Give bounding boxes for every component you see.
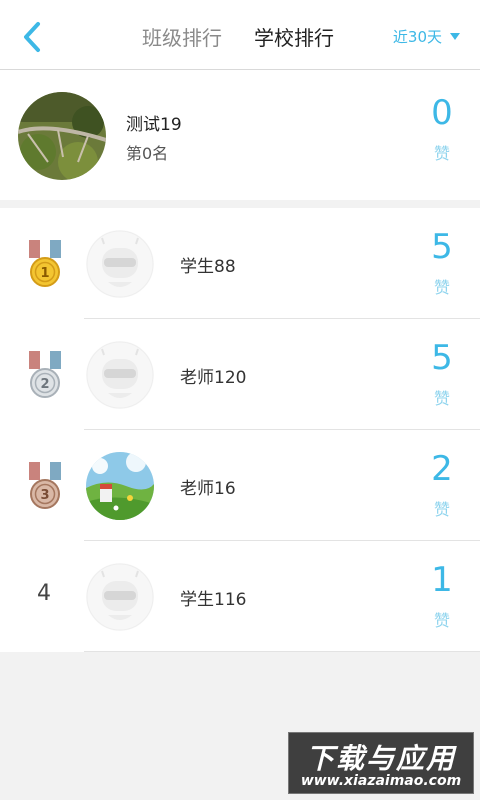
tab-school-ranking[interactable]: 学校排行 <box>254 22 334 51</box>
likes-unit: 赞 <box>433 611 450 630</box>
ranking-list: 1 学生88 5 赞 2 老师120 5 赞 3 老师16 2 赞 4 学生11… <box>0 208 480 652</box>
chevron-down-icon <box>450 33 460 40</box>
list-item[interactable]: 3 老师16 2 赞 <box>0 430 480 541</box>
likes: 1 赞 <box>424 563 460 631</box>
likes-unit: 赞 <box>433 389 450 408</box>
likes-unit: 赞 <box>433 500 450 519</box>
watermark-title: 下载与应用 <box>305 742 456 775</box>
user-name: 老师16 <box>180 479 236 499</box>
svg-text:3: 3 <box>40 488 49 503</box>
my-ranking-card: 测试19 第0名 0 赞 <box>0 70 480 200</box>
my-rank: 第0名 <box>126 144 169 163</box>
period-label: 近30天 <box>392 28 442 46</box>
svg-text:2: 2 <box>40 377 49 392</box>
rank-number: 4 <box>37 581 51 606</box>
tab-class-ranking[interactable]: 班级排行 <box>142 22 222 51</box>
watermark-logo: 下载与应用 www.xiazaimao.com <box>288 732 474 794</box>
period-dropdown[interactable]: 近30天 <box>393 26 460 47</box>
user-name: 老师120 <box>180 368 247 388</box>
user-name: 学生88 <box>180 257 236 277</box>
likes-count: 2 <box>431 449 453 489</box>
likes-unit: 赞 <box>433 144 450 163</box>
list-item[interactable]: 2 老师120 5 赞 <box>0 319 480 430</box>
avatar <box>86 452 154 520</box>
avatar <box>86 341 154 409</box>
likes-count: 5 <box>431 227 453 267</box>
user-name: 学生116 <box>180 590 247 610</box>
avatar <box>86 563 154 631</box>
likes-unit: 赞 <box>433 278 450 297</box>
my-likes: 0 赞 <box>424 96 460 164</box>
top-bar: 班级排行 学校排行 近30天 <box>0 0 480 70</box>
list-item[interactable]: 1 学生88 5 赞 <box>0 208 480 319</box>
svg-text:1: 1 <box>40 266 49 281</box>
likes-count: 5 <box>431 338 453 378</box>
likes-count: 0 <box>431 93 453 133</box>
bronze-medal-icon: 3 <box>29 462 61 509</box>
avatar <box>86 230 154 298</box>
default-robot-avatar-icon <box>86 563 154 631</box>
likes: 5 赞 <box>424 341 460 409</box>
default-robot-avatar-icon <box>86 341 154 409</box>
default-robot-avatar-icon <box>86 230 154 298</box>
landscape-photo-icon <box>18 92 106 180</box>
gold-medal-icon: 1 <box>29 240 61 287</box>
back-arrow-icon[interactable] <box>16 20 50 54</box>
avatar[interactable] <box>18 92 106 180</box>
likes: 5 赞 <box>424 230 460 298</box>
likes-count: 1 <box>431 560 453 600</box>
likes: 2 赞 <box>424 452 460 520</box>
divider <box>84 651 480 652</box>
my-name: 测试19 <box>126 115 182 135</box>
list-item[interactable]: 4 学生116 1 赞 <box>0 541 480 652</box>
silver-medal-icon: 2 <box>29 351 61 398</box>
landscape-photo-icon <box>86 452 154 520</box>
watermark-url: www.xiazaimao.com <box>300 773 462 789</box>
